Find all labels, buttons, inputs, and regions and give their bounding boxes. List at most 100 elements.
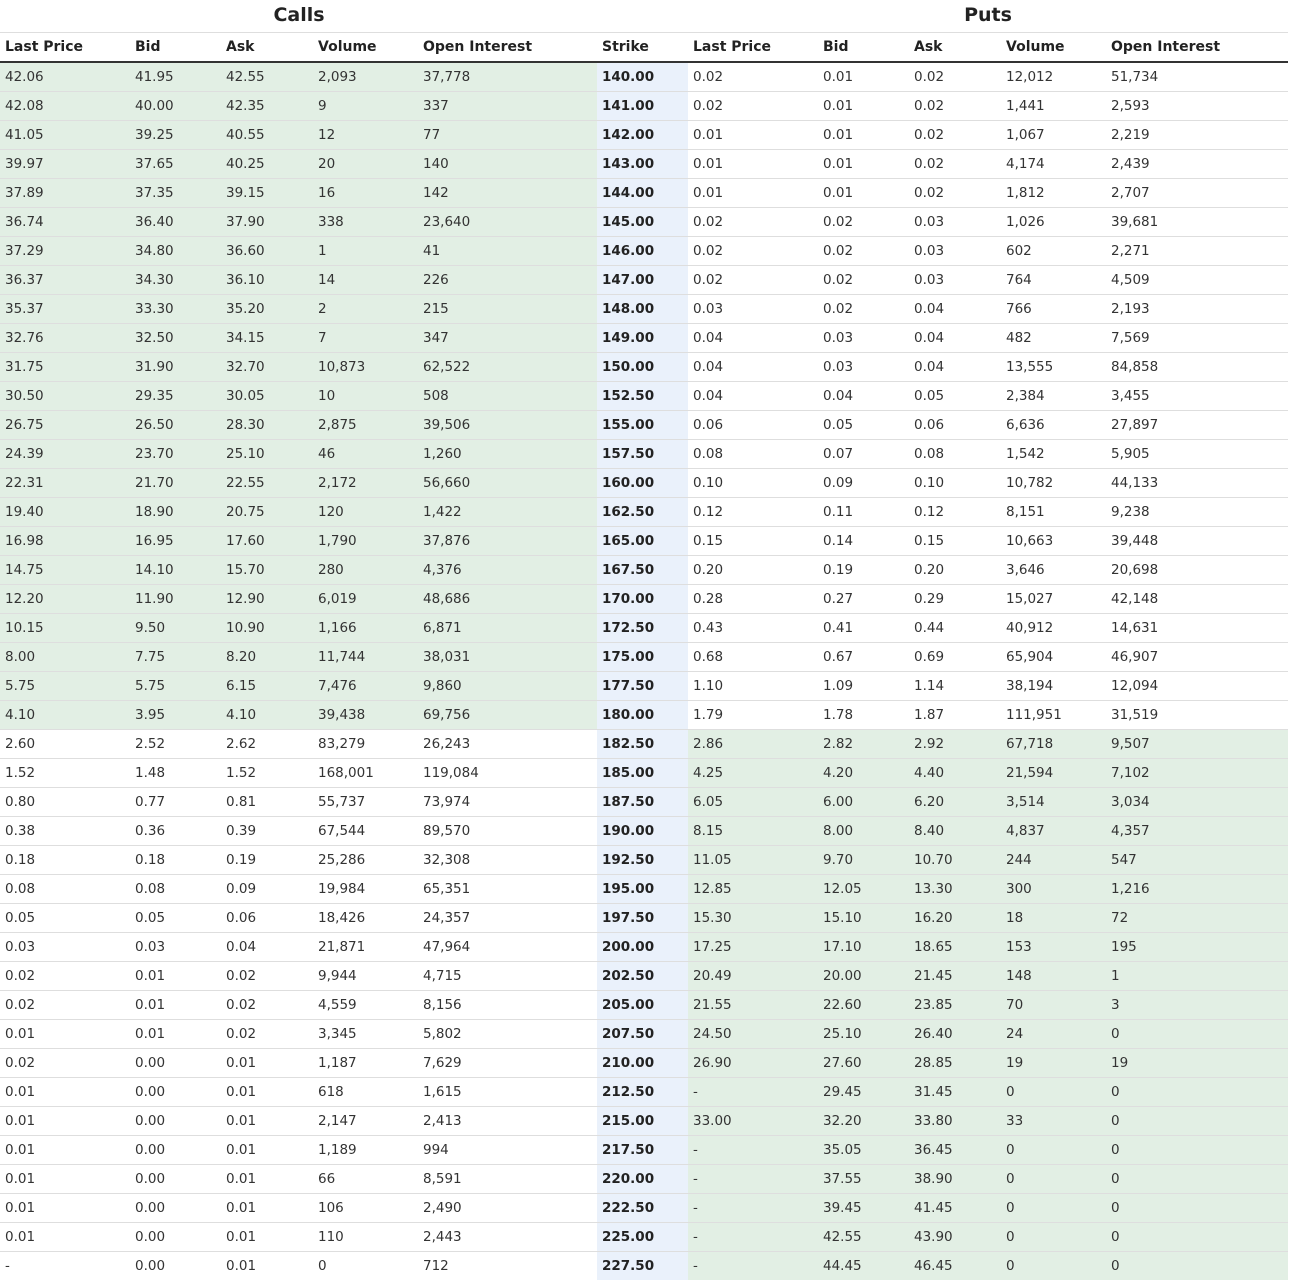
strike-cell: 143.00: [597, 149, 688, 179]
option-row[interactable]: 16.98 16.95 17.60 1,790 37,876 165.00 0.15 0.14…: [0, 526, 1288, 556]
call-ask-cell: 34.15: [221, 323, 313, 353]
option-row[interactable]: 31.75 31.90 32.70 10,873 62,522 150.00 0.04 0.0…: [0, 352, 1288, 382]
option-row[interactable]: 30.50 29.35 30.05 10 508 152.50 0.04 0.04 0.05 2,…: [0, 381, 1288, 411]
calls-open-interest-header[interactable]: Open Interest: [418, 32, 597, 63]
put-open-interest-cell: 4,509: [1106, 265, 1288, 295]
option-row[interactable]: 2.60 2.52 2.62 83,279 26,243 182.50 2.86 2.82 2.…: [0, 729, 1288, 759]
option-row[interactable]: 0.05 0.05 0.06 18,426 24,357 197.50 15.30 15.10…: [0, 903, 1288, 933]
option-row[interactable]: 0.01 0.00 0.01 66 8,591 220.00-37.55 38.90 0 0: [0, 1164, 1288, 1194]
put-bid-cell: 0.02: [818, 207, 909, 237]
option-row[interactable]: 4.10 3.95 4.10 39,438 69,756 180.00 1.79 1.78 1.…: [0, 700, 1288, 730]
option-row[interactable]: 0.02 0.01 0.02 9,944 4,715 202.50 20.49 20.00 21…: [0, 961, 1288, 991]
strike-cell: 142.00: [597, 120, 688, 150]
calls-bid-header[interactable]: Bid: [130, 32, 221, 63]
strike-cell: 155.00: [597, 410, 688, 440]
calls-ask-header[interactable]: Ask: [221, 32, 313, 63]
option-row[interactable]: 5.75 5.75 6.15 7,476 9,860 177.50 1.10 1.09 1.14…: [0, 671, 1288, 701]
option-row[interactable]: 0.01 0.00 0.01 618 1,615 212.50-29.45 31.45 0 0: [0, 1077, 1288, 1107]
option-row[interactable]: 35.37 33.30 35.20 2 215 148.00 0.03 0.02 0.04 766…: [0, 294, 1288, 324]
puts-bid-header[interactable]: Bid: [818, 32, 909, 63]
puts-open-interest-header[interactable]: Open Interest: [1106, 32, 1288, 63]
put-volume-cell: 18: [1001, 903, 1106, 933]
call-bid-cell: 16.95: [130, 526, 221, 556]
option-row[interactable]: 36.37 34.30 36.10 14 226 147.00 0.02 0.02 0.03 76…: [0, 265, 1288, 295]
put-bid-cell: 6.00: [818, 787, 909, 817]
call-open-interest-cell: 38,031: [418, 642, 597, 672]
option-row[interactable]: 26.75 26.50 28.30 2,875 39,506 155.00 0.06 0.05…: [0, 410, 1288, 440]
put-open-interest-cell: 12,094: [1106, 671, 1288, 701]
strike-header[interactable]: Strike: [597, 32, 688, 63]
option-row[interactable]: 1.52 1.48 1.52 168,001 119,084 185.00 4.25 4.20…: [0, 758, 1288, 788]
option-row[interactable]: 0.80 0.77 0.81 55,737 73,974 187.50 6.05 6.00 6.…: [0, 787, 1288, 817]
call-open-interest-cell: 994: [418, 1135, 597, 1165]
option-row[interactable]: 8.00 7.75 8.20 11,744 38,031 175.00 0.68 0.67 0.…: [0, 642, 1288, 672]
calls-last-price-header[interactable]: Last Price: [0, 32, 130, 63]
put-bid-cell: 0.05: [818, 410, 909, 440]
option-row[interactable]: 10.15 9.50 10.90 1,166 6,871 172.50 0.43 0.41 0.…: [0, 613, 1288, 643]
call-open-interest-cell: 226: [418, 265, 597, 295]
call-ask-cell: 42.55: [221, 62, 313, 92]
option-row[interactable]: 19.40 18.90 20.75 120 1,422 162.50 0.12 0.11 0.1…: [0, 497, 1288, 527]
puts-volume-header[interactable]: Volume: [1001, 32, 1106, 63]
option-row[interactable]: 37.29 34.80 36.60 1 41 146.00 0.02 0.02 0.03 602 2…: [0, 236, 1288, 266]
put-last-price-cell: -: [688, 1251, 818, 1280]
option-row[interactable]: 0.08 0.08 0.09 19,984 65,351 195.00 12.85 12.05…: [0, 874, 1288, 904]
put-bid-cell: 1.78: [818, 700, 909, 730]
option-row[interactable]: 42.06 41.95 42.55 2,093 37,778 140.00 0.02 0.01…: [0, 62, 1288, 92]
option-row[interactable]: 12.20 11.90 12.90 6,019 48,686 170.00 0.28 0.27…: [0, 584, 1288, 614]
call-bid-cell: 29.35: [130, 381, 221, 411]
call-bid-cell: 0.77: [130, 787, 221, 817]
call-ask-cell: 0.02: [221, 961, 313, 991]
strike-cell: 140.00: [597, 62, 688, 92]
option-row[interactable]: 0.01 0.00 0.01 106 2,490 222.50-39.45 41.45 0 0: [0, 1193, 1288, 1223]
option-row[interactable]: 41.05 39.25 40.55 12 77 142.00 0.01 0.01 0.02 1,0…: [0, 120, 1288, 150]
strike-cell: 200.00: [597, 932, 688, 962]
option-row[interactable]: 32.76 32.50 34.15 7 347 149.00 0.04 0.03 0.04 482…: [0, 323, 1288, 353]
put-bid-cell: 0.27: [818, 584, 909, 614]
option-row[interactable]: 42.08 40.00 42.35 9 337 141.00 0.02 0.01 0.02 1,4…: [0, 91, 1288, 121]
call-ask-cell: 40.55: [221, 120, 313, 150]
call-bid-cell: 21.70: [130, 468, 221, 498]
option-row[interactable]: 0.18 0.18 0.19 25,286 32,308 192.50 11.05 9.70 1…: [0, 845, 1288, 875]
call-open-interest-cell: 2,413: [418, 1106, 597, 1136]
put-volume-cell: 766: [1001, 294, 1106, 324]
option-row[interactable]: 37.89 37.35 39.15 16 142 144.00 0.01 0.01 0.02 1,…: [0, 178, 1288, 208]
put-open-interest-cell: 9,507: [1106, 729, 1288, 759]
option-row[interactable]: 0.03 0.03 0.04 21,871 47,964 200.00 17.25 17.10…: [0, 932, 1288, 962]
put-last-price-cell: 0.02: [688, 91, 818, 121]
call-last-price-cell: 16.98: [0, 526, 130, 556]
put-ask-cell: 0.20: [909, 555, 1001, 585]
call-bid-cell: 31.90: [130, 352, 221, 382]
option-row[interactable]: 0.01 0.00 0.01 110 2,443 225.00-42.55 43.90 0 0: [0, 1222, 1288, 1252]
option-row[interactable]: 36.74 36.40 37.90 338 23,640 145.00 0.02 0.02 0.…: [0, 207, 1288, 237]
call-open-interest-cell: 4,715: [418, 961, 597, 991]
put-ask-cell: 2.92: [909, 729, 1001, 759]
call-last-price-cell: 42.08: [0, 91, 130, 121]
option-row[interactable]: -0.00 0.01 0 712 227.50-44.45 46.45 0 0: [0, 1251, 1288, 1280]
call-volume-cell: 1,790: [313, 526, 418, 556]
put-ask-cell: 21.45: [909, 961, 1001, 991]
put-bid-cell: 0.02: [818, 265, 909, 295]
option-row[interactable]: 0.01 0.01 0.02 3,345 5,802 207.50 24.50 25.10 26…: [0, 1019, 1288, 1049]
calls-volume-header[interactable]: Volume: [313, 32, 418, 63]
call-ask-cell: 37.90: [221, 207, 313, 237]
put-volume-cell: 148: [1001, 961, 1106, 991]
option-row[interactable]: 22.31 21.70 22.55 2,172 56,660 160.00 0.10 0.09…: [0, 468, 1288, 498]
option-row[interactable]: 0.01 0.00 0.01 1,189 994 217.50-35.05 36.45 0 0: [0, 1135, 1288, 1165]
call-open-interest-cell: 8,156: [418, 990, 597, 1020]
put-ask-cell: 0.02: [909, 149, 1001, 179]
option-row[interactable]: 14.75 14.10 15.70 280 4,376 167.50 0.20 0.19 0.2…: [0, 555, 1288, 585]
call-open-interest-cell: 6,871: [418, 613, 597, 643]
option-row[interactable]: 24.39 23.70 25.10 46 1,260 157.50 0.08 0.07 0.08…: [0, 439, 1288, 469]
option-row[interactable]: 0.38 0.36 0.39 67,544 89,570 190.00 8.15 8.00 8.…: [0, 816, 1288, 846]
option-row[interactable]: 0.01 0.00 0.01 2,147 2,413 215.00 33.00 32.20 33…: [0, 1106, 1288, 1136]
option-row[interactable]: 39.97 37.65 40.25 20 140 143.00 0.01 0.01 0.02 4,…: [0, 149, 1288, 179]
put-volume-cell: 70: [1001, 990, 1106, 1020]
put-bid-cell: 39.45: [818, 1193, 909, 1223]
puts-ask-header[interactable]: Ask: [909, 32, 1001, 63]
call-open-interest-cell: 41: [418, 236, 597, 266]
puts-last-price-header[interactable]: Last Price: [688, 32, 818, 63]
put-bid-cell: 0.19: [818, 555, 909, 585]
option-row[interactable]: 0.02 0.01 0.02 4,559 8,156 205.00 21.55 22.60 23…: [0, 990, 1288, 1020]
option-row[interactable]: 0.02 0.00 0.01 1,187 7,629 210.00 26.90 27.60 28…: [0, 1048, 1288, 1078]
